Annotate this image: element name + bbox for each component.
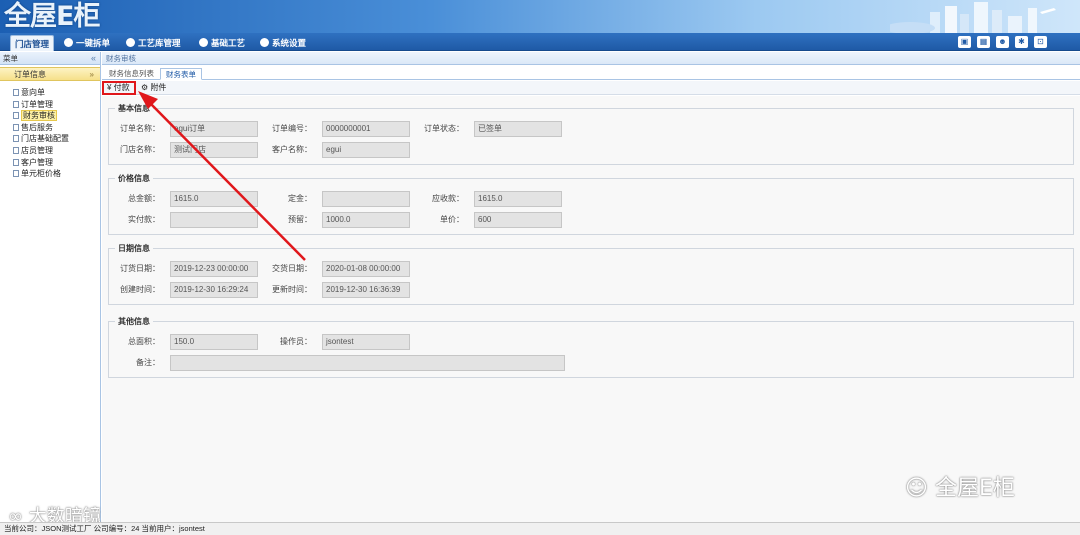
finance-form: 基本信息 订单名称： egui订单 订单编号： 0000000001 订单状态：… xyxy=(102,96,1080,522)
attachment-icon: ⚙ xyxy=(141,83,149,92)
total-amount-field[interactable]: 1615.0 xyxy=(170,191,258,207)
wechat-watermark: ☺ 全屋E柜 xyxy=(905,476,1015,501)
breadcrumb: 财务审核 xyxy=(102,52,1080,65)
gear-icon[interactable]: ✱ xyxy=(1015,36,1028,48)
sidebar-item-after-sales[interactable]: 售后服务 xyxy=(0,122,100,134)
calendar-icon[interactable]: ▦ xyxy=(977,36,990,48)
tab-finance-list[interactable]: 财务信息列表 xyxy=(104,68,159,80)
receivable-field[interactable]: 1615.0 xyxy=(474,191,562,207)
document-icon xyxy=(13,146,19,154)
skyline-illustration xyxy=(890,2,1056,33)
section-title: 其他信息 xyxy=(115,316,153,327)
screen-icon[interactable]: ▣ xyxy=(958,36,971,48)
menu-tab-split[interactable]: 一键拆单 xyxy=(60,35,114,51)
section-title: 日期信息 xyxy=(115,243,153,254)
document-icon xyxy=(13,112,19,120)
document-icon xyxy=(13,89,19,96)
order-date-field[interactable]: 2019-12-23 00:00:00 xyxy=(170,261,258,277)
operator-field[interactable]: jsontest xyxy=(322,334,410,350)
prepay-field[interactable]: 1000.0 xyxy=(322,212,410,228)
collapse-icon[interactable]: « xyxy=(91,52,96,65)
attach-button[interactable]: ⚙ 附件 xyxy=(139,82,168,94)
wechat-icon: ☺ xyxy=(905,476,928,501)
check-icon xyxy=(126,38,135,47)
remark-textarea[interactable] xyxy=(170,355,565,371)
order-status-field[interactable]: 已签单 xyxy=(474,121,562,137)
order-number-field[interactable]: 0000000001 xyxy=(322,121,410,137)
sidebar-item-store-config[interactable]: 门店基础配置 xyxy=(0,133,100,145)
section-date-info: 日期信息 订货日期： 2019-12-23 00:00:00 交货日期： 202… xyxy=(108,243,1074,305)
menu-tab-basic-craft[interactable]: 基础工艺 xyxy=(195,35,249,51)
sidebar-header: 菜单 « xyxy=(0,52,100,65)
section-other-info: 其他信息 总面积： 150.0 操作员： jsontest 备注： xyxy=(108,316,1074,378)
header-banner: 全屋E柜 xyxy=(0,0,1080,33)
expand-icon: » xyxy=(89,70,94,79)
user-icon[interactable]: ☻ xyxy=(996,36,1009,48)
status-bar: 当前公司：JSON测试工厂 公司编号：24 当前用户：jsontest xyxy=(0,522,1080,535)
action-toolbar: ¥ 付款 ⚙ 附件 xyxy=(102,81,1080,95)
section-title: 基本信息 xyxy=(115,103,153,114)
order-name-field[interactable]: egui订单 xyxy=(170,121,258,137)
sidebar-list: 意向单 订单管理 财务审核 售后服务 门店基础配置 店员管理 客户管理 单元柜价… xyxy=(0,87,100,180)
menu-tab-store[interactable]: 门店管理 xyxy=(10,35,55,51)
store-name-field[interactable]: 测试门店 xyxy=(170,142,258,158)
gear-icon xyxy=(260,38,269,47)
deposit-field[interactable] xyxy=(322,191,410,207)
tab-finance-form[interactable]: 财务表单 xyxy=(160,68,202,80)
logout-icon[interactable]: ⊡ xyxy=(1034,36,1047,48)
created-time-field[interactable]: 2019-12-30 16:29:24 xyxy=(170,282,258,298)
sidebar-item-intention[interactable]: 意向单 xyxy=(0,87,100,99)
section-basic-info: 基本信息 订单名称： egui订单 订单编号： 0000000001 订单状态：… xyxy=(108,103,1074,165)
sidebar-item-customers[interactable]: 客户管理 xyxy=(0,157,100,169)
updated-time-field[interactable]: 2019-12-30 16:36:39 xyxy=(322,282,410,298)
total-area-field[interactable]: 150.0 xyxy=(170,334,258,350)
paid-amount-field[interactable] xyxy=(170,212,258,228)
sidebar: 菜单 « 订单信息 » 意向单 订单管理 财务审核 售后服务 门店基础配置 店员… xyxy=(0,52,101,522)
tab-strip: 财务信息列表 财务表单 xyxy=(102,65,1080,80)
document-icon xyxy=(13,100,19,108)
unit-price-field[interactable]: 600 xyxy=(474,212,562,228)
gear-icon xyxy=(199,38,208,47)
main-menu: 门店管理 一键拆单 工艺库管理 基础工艺 系统设置 xyxy=(0,33,1080,51)
check-icon xyxy=(64,38,73,47)
document-icon xyxy=(13,158,19,166)
section-price-info: 价格信息 总金额： 1615.0 定金： 应收款： 1615.0 实付款： 预留… xyxy=(108,173,1074,235)
document-icon xyxy=(13,170,19,178)
sidebar-item-staff[interactable]: 店员管理 xyxy=(0,145,100,157)
delivery-date-field[interactable]: 2020-01-08 00:00:00 xyxy=(322,261,410,277)
document-icon xyxy=(13,123,19,131)
menu-tab-craft-library[interactable]: 工艺库管理 xyxy=(122,35,185,51)
highlight-box xyxy=(102,81,136,95)
customer-name-field[interactable]: egui xyxy=(322,142,410,158)
section-title: 价格信息 xyxy=(115,173,153,184)
sidebar-item-orders[interactable]: 订单管理 xyxy=(0,99,100,111)
sidebar-group-order-info[interactable]: 订单信息 » xyxy=(0,67,100,81)
menu-tab-settings[interactable]: 系统设置 xyxy=(256,35,310,51)
sidebar-item-finance-audit[interactable]: 财务审核 xyxy=(0,110,100,122)
document-icon xyxy=(13,135,19,143)
app-logo: 全屋E柜 xyxy=(4,1,100,32)
sidebar-item-unit-price[interactable]: 单元柜价格 xyxy=(0,168,100,180)
